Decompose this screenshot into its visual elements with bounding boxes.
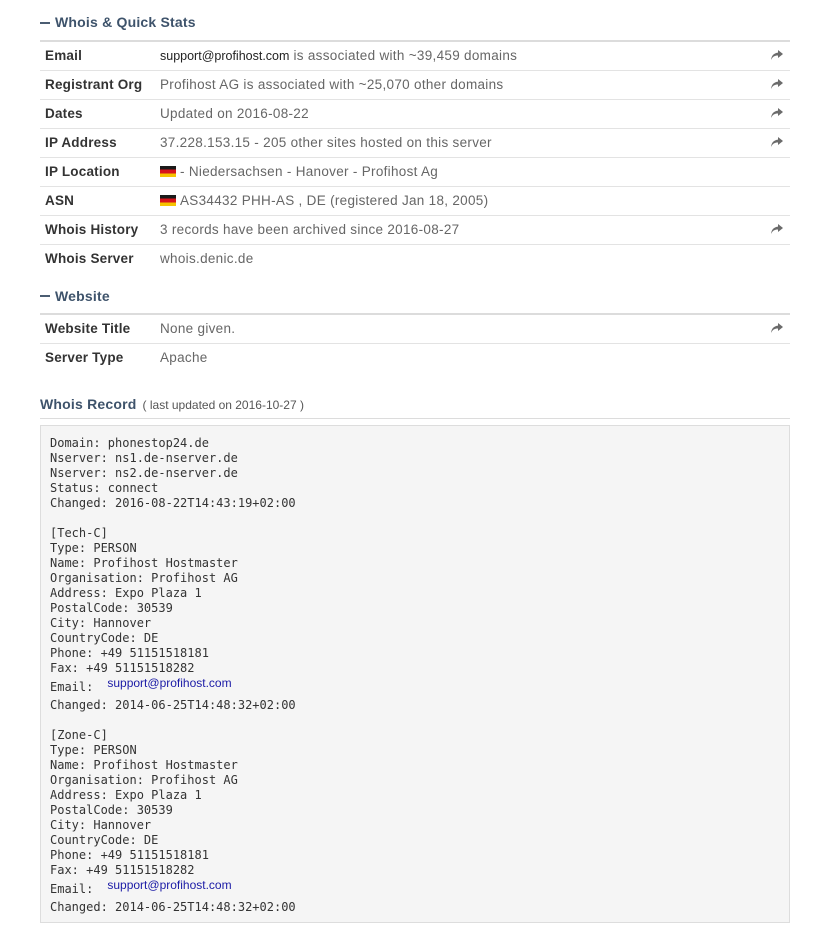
row-label: IP Address <box>45 135 117 150</box>
record-line: Organisation: Profihost AG <box>50 571 238 585</box>
record-line: Name: Profihost Hostmaster <box>50 556 238 570</box>
share-arrow-icon[interactable] <box>770 48 784 62</box>
record-email-link[interactable]: support@profihost.com <box>107 878 231 892</box>
row-value: AS34432 PHH-AS , DE (registered Jan 18, … <box>160 193 488 208</box>
record-line: Domain: phonestop24.de <box>50 436 209 450</box>
whois-record-box: Domain: phonestop24.de Nserver: ns1.de-ns… <box>40 425 790 923</box>
table-row: Registrant Org Profihost AG is associated… <box>40 71 790 100</box>
whois-record-subtitle: ( last updated on 2016-10-27 ) <box>142 398 304 412</box>
website-title: Website <box>55 288 110 304</box>
quick-stats-table: Email support@profihost.com is associated… <box>40 42 790 273</box>
row-label: IP Location <box>45 164 120 179</box>
website-table: Website Title None given. Server Type Apach… <box>40 315 790 372</box>
table-row: Whois Server whois.denic.de <box>40 245 790 273</box>
record-email-line: Email: support@profihost.com <box>50 878 780 900</box>
whois-record-header: Whois Record ( last updated on 2016-10-27… <box>40 396 790 419</box>
record-line: CountryCode: DE <box>50 833 159 847</box>
collapse-minus-icon[interactable] <box>40 295 50 297</box>
table-row: IP Address 37.228.153.15 - 205 other site… <box>40 129 790 158</box>
share-arrow-icon[interactable] <box>770 135 784 149</box>
table-row: Email support@profihost.com is associated… <box>40 42 790 71</box>
table-row: Website Title None given. <box>40 315 790 344</box>
row-value: - Niedersachsen - Hanover - Profihost Ag <box>160 164 438 179</box>
record-line: Address: Expo Plaza 1 <box>50 586 202 600</box>
row-value: 37.228.153.15 - 205 other sites hosted o… <box>160 135 492 150</box>
record-line: Organisation: Profihost AG <box>50 773 238 787</box>
record-line: Type: PERSON <box>50 743 137 757</box>
row-value: Updated on 2016-08-22 <box>160 106 309 121</box>
de-flag-icon <box>160 195 176 206</box>
table-row: ASN AS34432 PHH-AS , DE (registered Jan 1… <box>40 187 790 216</box>
table-row: IP Location - Niedersachsen - Hanover - P… <box>40 158 790 187</box>
whois-record-title: Whois Record <box>40 396 137 412</box>
record-line: Address: Expo Plaza 1 <box>50 788 202 802</box>
record-email-label: Email: <box>50 680 94 694</box>
quick-stats-title: Whois & Quick Stats <box>55 14 196 30</box>
collapse-minus-icon[interactable] <box>40 22 50 24</box>
de-flag-icon <box>160 166 176 177</box>
record-email-line: Email: support@profihost.com <box>50 676 780 698</box>
record-line: [Tech-C] <box>50 526 108 540</box>
row-value: 3 records have been archived since 2016-… <box>160 222 460 237</box>
row-value: whois.denic.de <box>160 251 254 266</box>
record-line: CountryCode: DE <box>50 631 159 645</box>
row-label: Whois Server <box>45 251 134 266</box>
quick-stats-header[interactable]: Whois & Quick Stats <box>40 0 790 42</box>
record-line: City: Hannover <box>50 616 152 630</box>
record-line: Type: PERSON <box>50 541 137 555</box>
record-line: Phone: +49 51151518181 <box>50 848 209 862</box>
record-line: Nserver: ns1.de-nserver.de <box>50 451 238 465</box>
record-line: Changed: 2016-08-22T14:43:19+02:00 <box>50 496 296 510</box>
row-value: support@profihost.com is associated with… <box>160 48 518 63</box>
record-line: PostalCode: 30539 <box>50 803 173 817</box>
row-value: Profihost AG is associated with ~25,070 … <box>160 77 504 92</box>
share-arrow-icon[interactable] <box>770 106 784 120</box>
record-line: Changed: 2014-06-25T14:48:32+02:00 <box>50 698 296 712</box>
row-label: Website Title <box>45 321 131 336</box>
record-line: Nserver: ns2.de-nserver.de <box>50 466 238 480</box>
row-label: Dates <box>45 106 83 121</box>
table-row: Dates Updated on 2016-08-22 <box>40 100 790 129</box>
row-label: Whois History <box>45 222 139 237</box>
record-line: Fax: +49 51151518282 <box>50 661 195 675</box>
record-gap <box>50 713 780 728</box>
row-label: Email <box>45 48 83 63</box>
record-line: Status: connect <box>50 481 159 495</box>
record-gap <box>50 511 780 526</box>
email-value[interactable]: support@profihost.com <box>160 49 289 63</box>
share-arrow-icon[interactable] <box>770 222 784 236</box>
record-email-label: Email: <box>50 882 94 896</box>
record-line: Name: Profihost Hostmaster <box>50 758 238 772</box>
row-value: None given. <box>160 321 236 336</box>
whois-panel: Whois & Quick Stats Email support@profiho… <box>40 0 790 923</box>
row-label: Registrant Org <box>45 77 143 92</box>
share-arrow-icon[interactable] <box>770 77 784 91</box>
record-email-link[interactable]: support@profihost.com <box>107 676 231 690</box>
record-line: PostalCode: 30539 <box>50 601 173 615</box>
row-label: Server Type <box>45 350 124 365</box>
share-arrow-icon[interactable] <box>770 321 784 335</box>
table-row: Server Type Apache <box>40 344 790 372</box>
record-line: [Zone-C] <box>50 728 108 742</box>
table-row: Whois History 3 records have been archive… <box>40 216 790 245</box>
record-line: Phone: +49 51151518181 <box>50 646 209 660</box>
record-line: City: Hannover <box>50 818 152 832</box>
row-value: Apache <box>160 350 208 365</box>
website-header[interactable]: Website <box>40 283 790 315</box>
record-line: Fax: +49 51151518282 <box>50 863 195 877</box>
record-line: Changed: 2014-06-25T14:48:32+02:00 <box>50 900 296 914</box>
row-label: ASN <box>45 193 75 208</box>
